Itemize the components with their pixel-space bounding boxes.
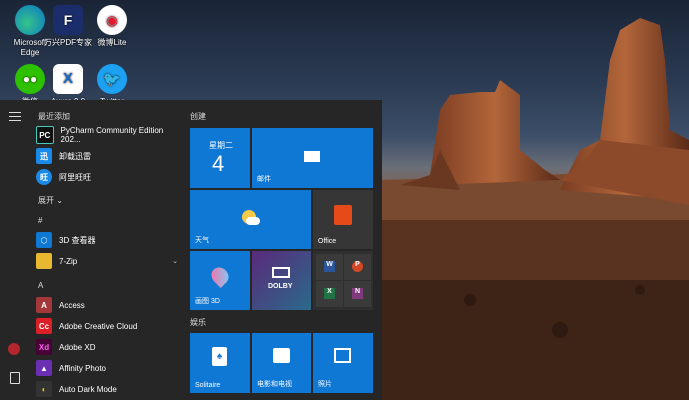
axure-icon: X	[53, 64, 83, 94]
weibo-icon: ◉	[97, 5, 127, 35]
app-label: PyCharm Community Edition 202...	[60, 126, 164, 144]
group-create: 创建	[190, 112, 206, 121]
app-label: 7-Zip	[59, 256, 78, 266]
tile-area: 创建 星期二 4 邮件 天气 Office 画图 3D DOLBY W P X …	[190, 100, 382, 400]
chevron-down-icon: ⌄	[56, 196, 63, 205]
tile-movies-tv[interactable]: 电影和电视	[252, 333, 311, 393]
hamburger-menu-icon[interactable]	[9, 112, 21, 124]
tile-label: Solitaire	[195, 382, 221, 389]
auto-dark-mode-icon: ◐	[36, 381, 52, 397]
app-item-adobe-cc[interactable]: Cc Adobe Creative Cloud	[36, 317, 182, 335]
tile-solitaire[interactable]: ♠ Solitaire	[190, 333, 250, 393]
pycharm-icon: PC	[36, 126, 54, 144]
start-menu: 最近添加 PC PyCharm Community Edition 202...…	[0, 100, 382, 400]
app-label: 阿里旺旺	[59, 172, 91, 182]
app-list: 最近添加 PC PyCharm Community Edition 202...…	[30, 100, 180, 400]
tile-label: Office	[318, 238, 337, 245]
app-item-aliwangwang[interactable]: 旺 阿里旺旺	[36, 168, 182, 186]
section-recently-added: 最近添加	[38, 112, 70, 121]
app-item-uninstall-xunlei[interactable]: 迅 卸载迅雷	[36, 147, 182, 165]
app-label: 卸载迅雷	[59, 151, 91, 161]
tile-weather[interactable]: 天气	[190, 190, 311, 249]
cloud-shape	[246, 217, 260, 225]
tile-label: 邮件	[257, 176, 271, 183]
calendar-date: 4	[212, 151, 225, 176]
calendar-weekday: 星期二	[209, 141, 233, 150]
section-a: A	[38, 281, 44, 290]
expand-link[interactable]: 展开 ⌄	[38, 195, 63, 206]
chevron-down-icon[interactable]: ⌄	[172, 257, 178, 265]
app-label: Adobe XD	[59, 342, 96, 352]
app-label: Affinity Photo	[59, 363, 106, 373]
office-icon	[334, 205, 352, 225]
app-label: Auto Dark Mode	[59, 384, 117, 394]
tile-office[interactable]: Office	[313, 190, 373, 249]
excel-icon[interactable]: X	[316, 281, 343, 307]
start-rail	[0, 100, 30, 400]
app-item-pycharm[interactable]: PC PyCharm Community Edition 202...	[36, 126, 182, 144]
word-icon[interactable]: W	[316, 254, 343, 280]
desktop-icon-label: 微博Lite	[97, 38, 127, 47]
tile-office-apps[interactable]: W P X N	[313, 251, 373, 310]
powerpoint-icon[interactable]: P	[344, 254, 371, 280]
tile-label: 电影和电视	[257, 381, 292, 388]
tile-dolby[interactable]: DOLBY	[252, 251, 311, 310]
expand-label: 展开	[38, 196, 54, 205]
tile-photos[interactable]: 照片	[313, 333, 373, 393]
app-item-auto-dark-mode[interactable]: ◐ Auto Dark Mode	[36, 380, 182, 398]
adobe-xd-icon: Xd	[36, 339, 52, 355]
desktop-icon-label: Edge	[20, 48, 40, 57]
app-label: Access	[59, 300, 85, 310]
access-icon: A	[36, 297, 52, 313]
tile-label: 天气	[195, 237, 209, 244]
tile-paint3d[interactable]: 画图 3D	[190, 251, 250, 310]
app-item-3d-viewer[interactable]: ⬡ 3D 查看器	[36, 231, 182, 249]
uninstall-icon: 迅	[36, 148, 52, 164]
adobe-cc-icon: Cc	[36, 318, 52, 334]
app-item-adobe-xd[interactable]: Xd Adobe XD	[36, 338, 182, 356]
group-entertainment: 娱乐	[190, 318, 206, 327]
tile-label: 照片	[318, 381, 332, 388]
pdf-icon: F	[53, 5, 83, 35]
app-label: 3D 查看器	[59, 235, 96, 245]
app-item-affinity-photo[interactable]: ▲ Affinity Photo	[36, 359, 182, 377]
desktop-icon-weibo[interactable]: ◉ 微博Lite	[82, 5, 142, 48]
mail-icon	[304, 151, 320, 162]
app-label: Adobe Creative Cloud	[59, 321, 138, 331]
user-avatar[interactable]	[8, 343, 20, 355]
app-item-7zip[interactable]: 7-Zip ⌄	[36, 252, 182, 270]
twitter-icon: 🐦	[97, 64, 127, 94]
app-item-access[interactable]: A Access	[36, 296, 182, 314]
cards-icon: ♠	[212, 347, 227, 366]
tile-label: 画图 3D	[195, 298, 220, 305]
dolby-icon	[272, 267, 290, 278]
photos-icon	[334, 348, 351, 363]
dolby-label: DOLBY	[268, 283, 293, 290]
movies-icon	[273, 348, 290, 363]
3d-viewer-icon: ⬡	[36, 232, 52, 248]
paint3d-icon	[207, 263, 233, 289]
tile-calendar[interactable]: 星期二 4	[190, 128, 250, 188]
aliwangwang-icon: 旺	[36, 169, 52, 185]
onenote-icon[interactable]: N	[344, 281, 371, 307]
affinity-photo-icon: ▲	[36, 360, 52, 376]
folder-icon	[36, 253, 52, 269]
documents-icon[interactable]	[10, 372, 20, 384]
section-hash: #	[38, 216, 43, 225]
tile-mail[interactable]: 邮件	[252, 128, 373, 188]
